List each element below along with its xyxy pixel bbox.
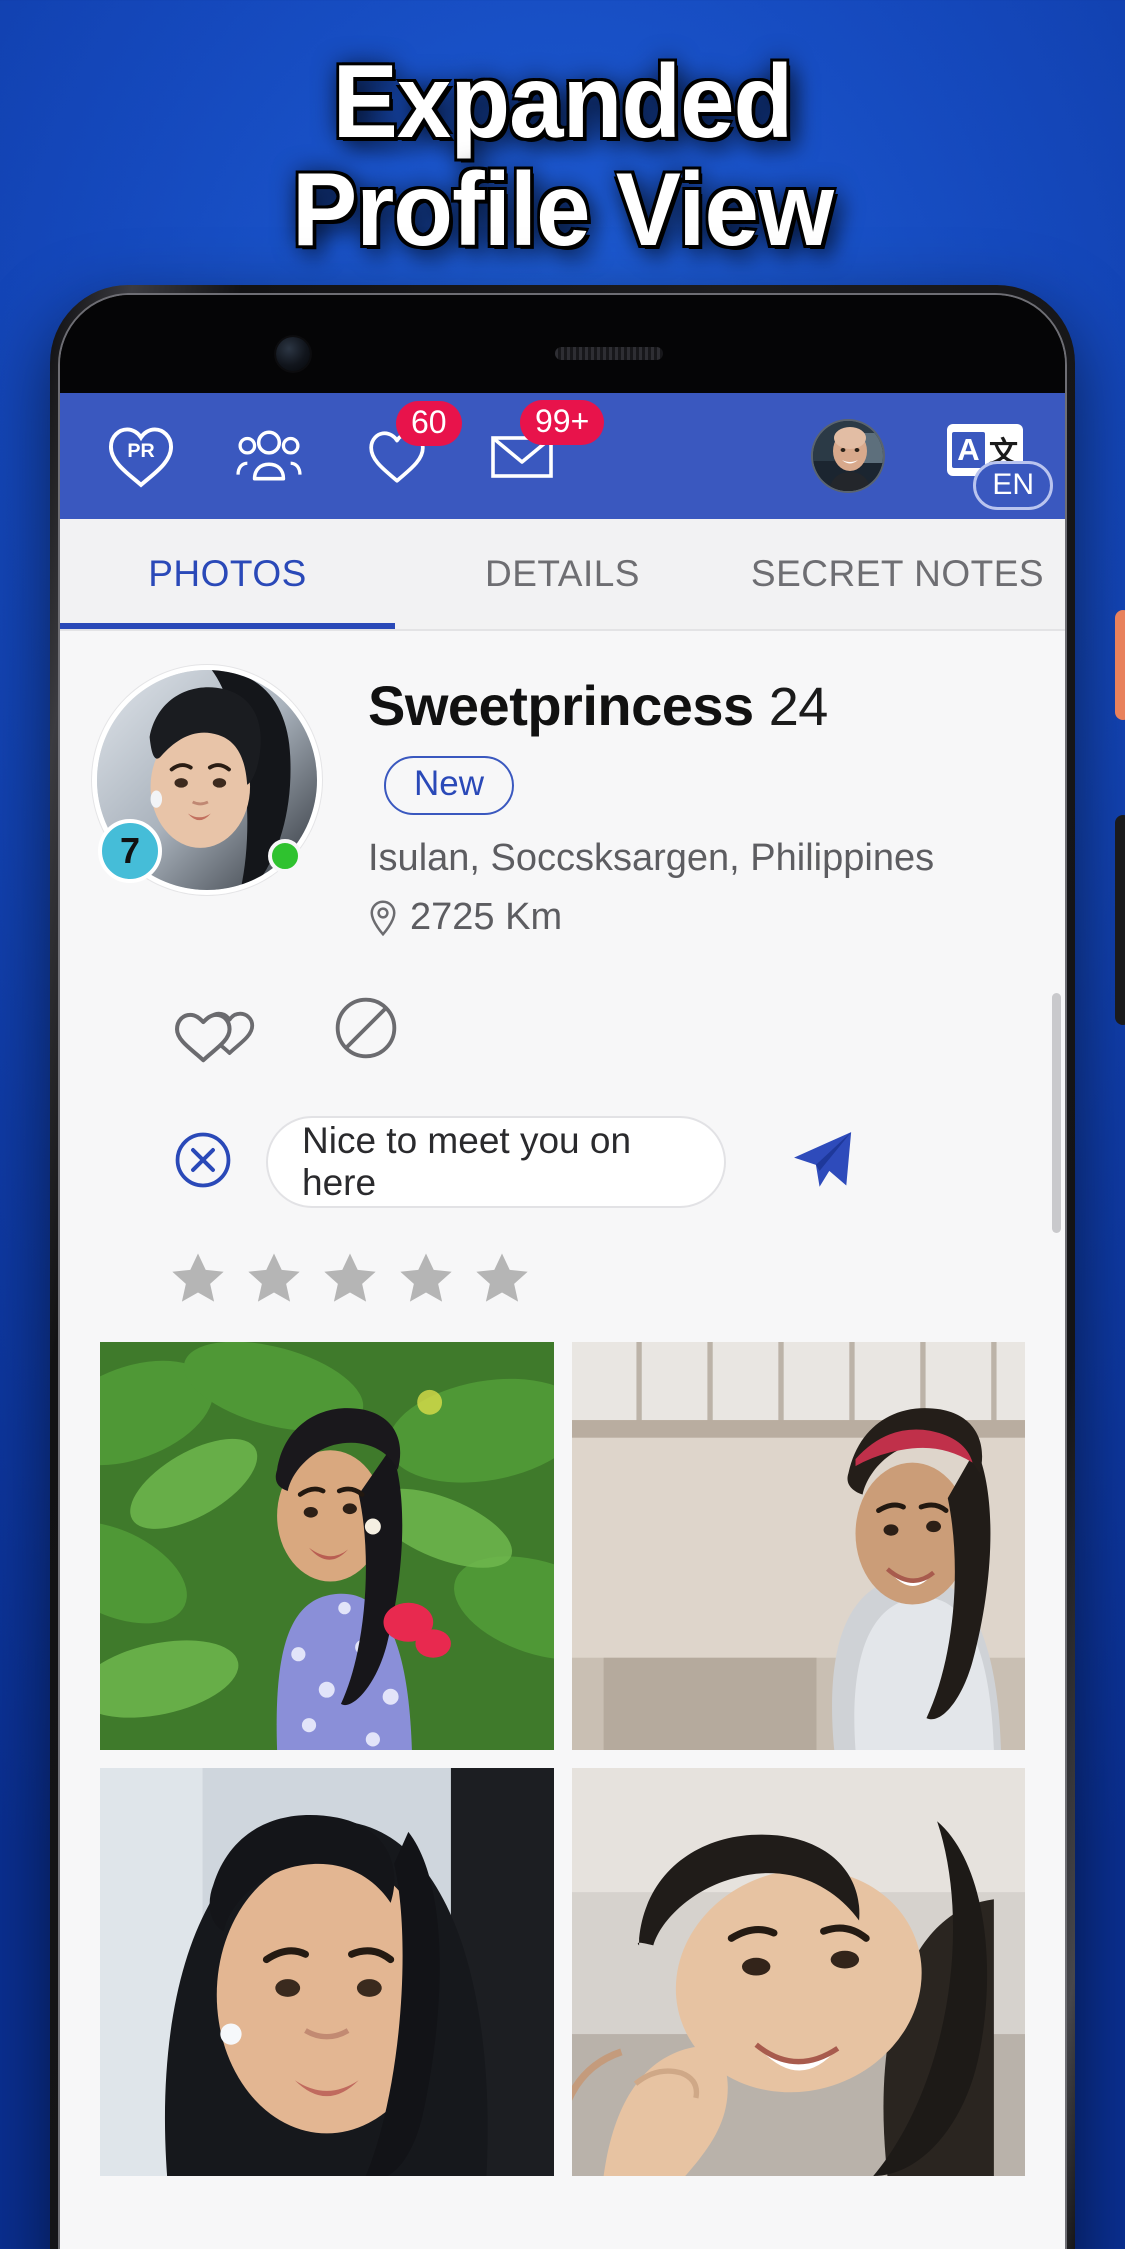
quick-message-row: Nice to meet you on here: [60, 1070, 1065, 1208]
power-button[interactable]: [1115, 610, 1125, 720]
volume-button[interactable]: [1115, 815, 1125, 1025]
block-button[interactable]: [332, 994, 400, 1067]
profile-distance-row: 2725 Km: [368, 896, 934, 939]
photo-4-icon: [571, 1768, 1025, 2176]
star-icon[interactable]: [322, 1250, 378, 1306]
send-paper-plane-icon: [794, 1131, 852, 1187]
location-pin-icon: [370, 899, 396, 936]
app-logo-button[interactable]: PR: [104, 419, 178, 493]
online-status-dot: [268, 839, 302, 873]
headline: Expanded Profile View: [34, 48, 1092, 264]
clear-message-button[interactable]: [172, 1129, 234, 1196]
profile-age: 24: [768, 677, 829, 737]
send-message-button[interactable]: [788, 1126, 856, 1199]
profile-text-info: Sweetprincess 24 New Isulan, Soccsksarge…: [322, 665, 934, 939]
star-icon[interactable]: [474, 1250, 530, 1306]
profile-distance: 2725 Km: [410, 896, 563, 938]
star-icon[interactable]: [246, 1250, 302, 1306]
new-badge: New: [384, 756, 515, 815]
message-input[interactable]: Nice to meet you on here: [266, 1116, 726, 1208]
language-code: EN: [973, 461, 1053, 510]
people-button[interactable]: [236, 423, 302, 489]
photo-2-icon: [571, 1342, 1025, 1750]
photo-grid-item[interactable]: [100, 1768, 554, 2176]
photo-grid-item[interactable]: [571, 1768, 1025, 2176]
app-screen: PR 60 99+ A 文 EN PHOTOS DETAILS SECRET N…: [60, 393, 1065, 2249]
photo-grid-item[interactable]: [100, 1342, 554, 1750]
tab-photos[interactable]: PHOTOS: [60, 553, 395, 595]
profile-tabs: PHOTOS DETAILS SECRET NOTES: [60, 519, 1065, 631]
photo-1-icon: [100, 1342, 554, 1750]
translate-letter: A: [951, 432, 985, 468]
tab-active-indicator: [60, 623, 395, 629]
close-circle-icon: [175, 1132, 231, 1187]
app-header-bar: PR 60 99+ A 文 EN: [60, 393, 1065, 519]
headline-line-1: Expanded: [332, 44, 794, 160]
my-avatar-button[interactable]: [811, 419, 885, 493]
phone-screen-bezel: PR 60 99+ A 文 EN PHOTOS DETAILS SECRET N…: [58, 293, 1067, 2249]
profile-name: Sweetprincess: [368, 674, 754, 737]
photo-grid: [60, 1306, 1065, 2176]
profile-location: Isulan, Soccsksargen, Philippines: [368, 837, 935, 879]
earpiece-speaker-icon: [555, 347, 663, 360]
logo-text: PR: [127, 440, 154, 462]
messages-count-badge: 99+: [520, 400, 605, 445]
page-scrollbar-thumb[interactable]: [1052, 993, 1061, 1233]
photo-count-badge: 7: [98, 819, 162, 883]
likes-count-badge: 60: [396, 401, 462, 446]
language-selector[interactable]: A 文 EN: [947, 410, 1053, 510]
photo-grid-item[interactable]: [571, 1342, 1025, 1750]
top-bezel: [60, 295, 1065, 393]
profile-actions: [60, 939, 1065, 1070]
profile-name-row: Sweetprincess 24: [368, 673, 934, 738]
tab-details[interactable]: DETAILS: [395, 553, 730, 595]
tab-secret-notes[interactable]: SECRET NOTES: [730, 553, 1065, 595]
favorite-button[interactable]: [172, 991, 268, 1070]
double-heart-icon: [175, 1011, 255, 1063]
star-icon[interactable]: [398, 1250, 454, 1306]
likes-button[interactable]: 60: [366, 401, 462, 487]
headline-line-2: Profile View: [291, 152, 834, 269]
phone-device: PR 60 99+ A 文 EN PHOTOS DETAILS SECRET N…: [50, 285, 1125, 2249]
message-input-value: Nice to meet you on here: [302, 1120, 632, 1203]
star-icon[interactable]: [170, 1250, 226, 1306]
front-camera-icon: [276, 337, 310, 371]
photo-3-icon: [100, 1768, 554, 2176]
heart-logo-icon: PR: [108, 427, 174, 488]
rating-stars[interactable]: [60, 1208, 1065, 1306]
block-circle-icon: [335, 997, 397, 1059]
profile-avatar-wrap[interactable]: 7: [92, 665, 322, 895]
user-avatar-icon: [813, 421, 883, 491]
messages-button[interactable]: 99+: [490, 400, 605, 488]
people-icon: [236, 430, 302, 481]
profile-summary: 7 Sweetprincess 24 New Isulan, Soccsksar…: [60, 631, 1065, 939]
